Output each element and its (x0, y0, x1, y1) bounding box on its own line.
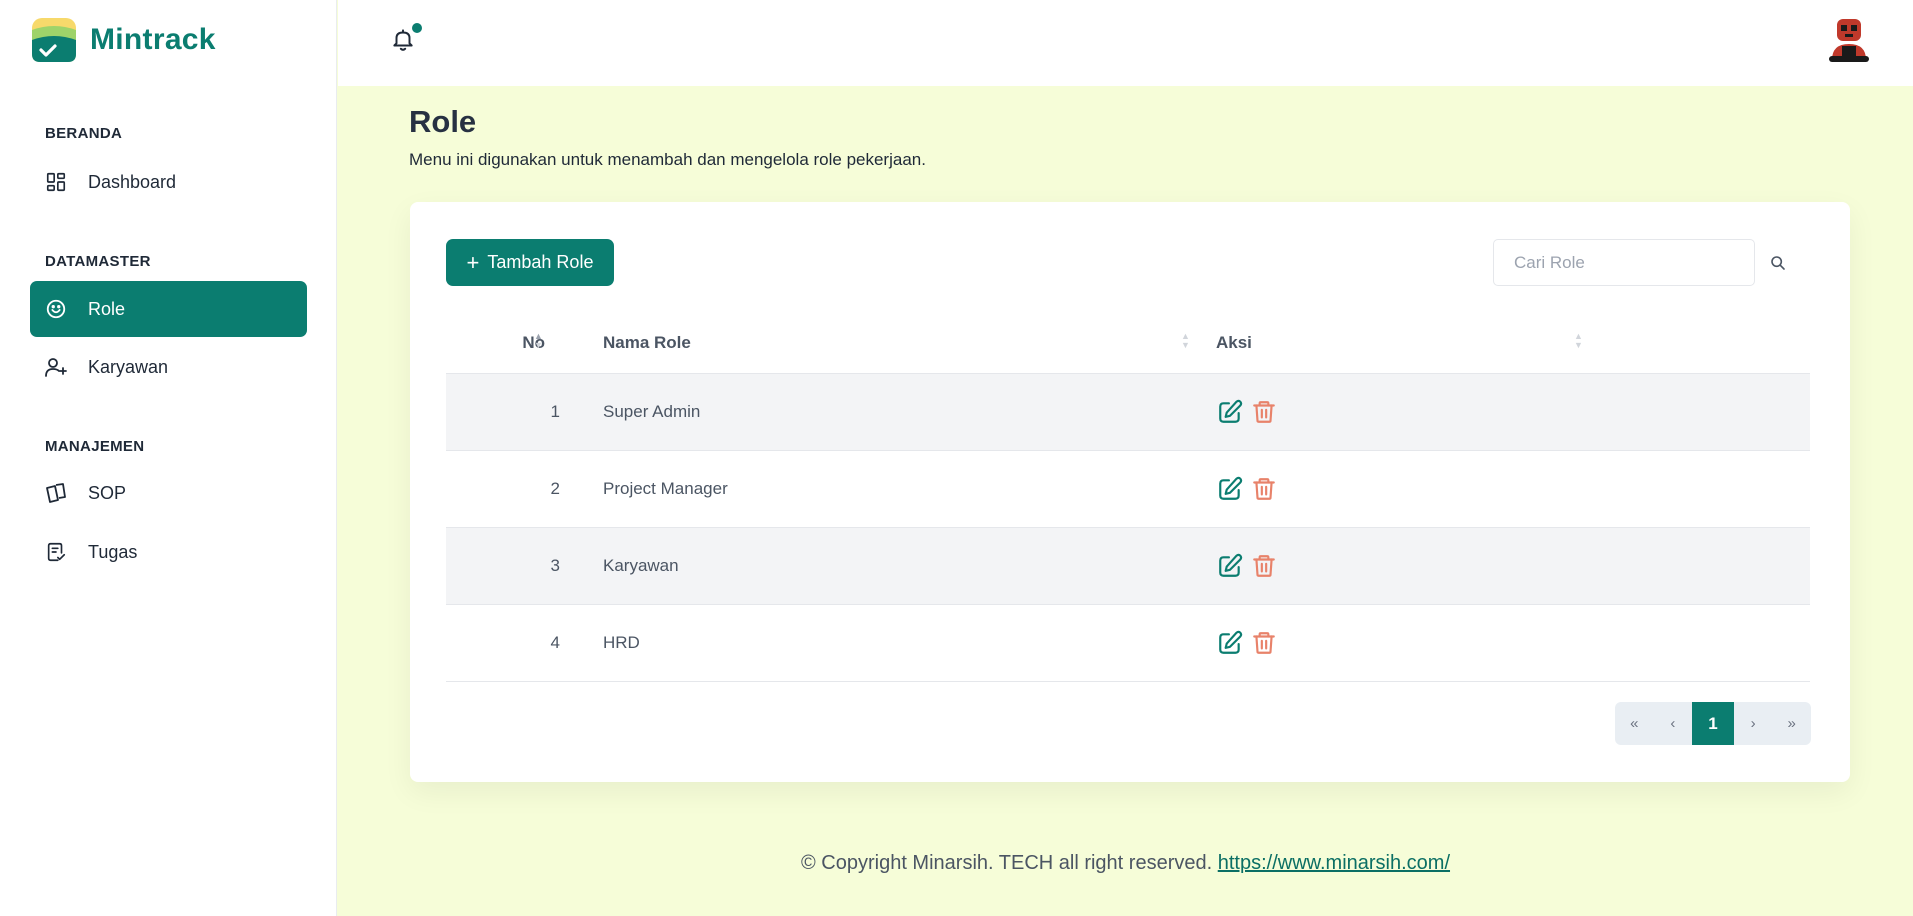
edit-button[interactable] (1216, 629, 1244, 657)
sidebar: Mintrack BERANDA Dashboard DATAMASTER Ro… (0, 0, 337, 916)
role-table: No ▲ ▼ Nama Role ▲ ▼ Aksi ▲ ▼ 1 Super Admin… (446, 312, 1810, 682)
search-button[interactable] (1765, 250, 1791, 276)
pagination-last[interactable]: » (1772, 702, 1811, 745)
pagination-page-current[interactable]: 1 (1692, 702, 1734, 745)
pagination: « ‹ 1 › » (1615, 702, 1811, 745)
edit-icon (1219, 399, 1243, 423)
role-card: + Tambah Role No ▲▼ Nama Role ▲▼ Aksi ▲▼… (410, 202, 1850, 782)
role-name: Super Admin (603, 402, 701, 421)
notification-dot (412, 23, 422, 33)
row-number: 4 (550, 633, 560, 652)
column-header-aksi[interactable]: Aksi (1216, 312, 1252, 374)
mintrack-logo-icon (32, 18, 76, 62)
page-description: Menu ini digunakan untuk menambah dan me… (409, 150, 926, 169)
sidebar-item-label: Karyawan (88, 356, 169, 377)
sidebar-item-sop[interactable]: SOP (30, 465, 307, 521)
row-actions (1216, 451, 1284, 527)
brand[interactable]: Mintrack (30, 16, 216, 64)
clipboard-check-icon (44, 540, 68, 564)
section-title-beranda: BERANDA (45, 125, 123, 142)
row-actions (1216, 605, 1284, 681)
trash-icon (1253, 401, 1275, 423)
row-number: 3 (550, 556, 560, 575)
footer: © Copyright Minarsih. TECH all right res… (338, 852, 1913, 875)
trash-icon (1253, 478, 1275, 500)
edit-icon (1219, 476, 1243, 500)
role-name: HRD (603, 633, 640, 652)
sidebar-item-tugas[interactable]: Tugas (30, 524, 307, 580)
dashboard-icon (44, 170, 68, 194)
delete-button[interactable] (1250, 629, 1278, 657)
smiley-icon (44, 297, 68, 321)
table-row: 1 Super Admin (446, 374, 1810, 451)
row-actions (1216, 374, 1284, 450)
delete-button[interactable] (1250, 475, 1278, 503)
pagination-first[interactable]: « (1615, 702, 1654, 745)
table-row: 3 Karyawan (446, 528, 1810, 605)
copyright-text: © Copyright Minarsih. TECH all right res… (800, 852, 1213, 874)
column-header-nama-role[interactable]: Nama Role (603, 312, 691, 374)
trash-icon (1253, 632, 1275, 654)
sidebar-item-dashboard[interactable]: Dashboard (30, 154, 307, 210)
sidebar-item-label: SOP (88, 482, 127, 503)
pagination-prev[interactable]: ‹ (1654, 702, 1693, 745)
footer-link[interactable]: https://www.minarsih.com/ (1218, 852, 1450, 874)
sidebar-item-label: Role (88, 298, 126, 319)
table-header: No ▲ ▼ Nama Role ▲ ▼ Aksi ▲ ▼ (446, 312, 1810, 374)
trash-icon (1253, 555, 1275, 577)
role-name: Karyawan (603, 556, 679, 575)
add-role-button[interactable]: + Tambah Role (446, 239, 614, 286)
cards-icon (44, 481, 68, 505)
section-title-datamaster: DATAMASTER (45, 253, 151, 270)
user-plus-icon (44, 355, 68, 379)
sidebar-item-label: Tugas (88, 541, 138, 562)
brand-name: Mintrack (90, 23, 216, 56)
row-number: 1 (550, 402, 560, 421)
sort-aksi-icon[interactable]: ▲ ▼ (1574, 332, 1583, 350)
row-number: 2 (550, 479, 560, 498)
edit-button[interactable] (1216, 552, 1244, 580)
page-title: Role (409, 104, 477, 139)
row-actions (1216, 528, 1284, 604)
edit-icon (1219, 553, 1243, 577)
avatar[interactable] (1826, 16, 1872, 64)
sort-no-icon[interactable]: ▲ ▼ (534, 332, 543, 350)
plus-icon: + (466, 249, 480, 275)
role-name: Project Manager (603, 479, 728, 498)
pagination-next[interactable]: › (1734, 702, 1773, 745)
delete-button[interactable] (1250, 398, 1278, 426)
delete-button[interactable] (1250, 552, 1278, 580)
sort-nama-role-icon[interactable]: ▲ ▼ (1181, 332, 1190, 350)
table-row: 4 HRD (446, 605, 1810, 682)
edit-button[interactable] (1216, 475, 1244, 503)
search-input[interactable] (1493, 239, 1755, 286)
edit-button[interactable] (1216, 398, 1244, 426)
add-role-label: Tambah Role (487, 252, 594, 272)
section-title-manajemen: MANAJEMEN (45, 438, 145, 455)
sidebar-item-label: Dashboard (88, 171, 177, 192)
edit-icon (1219, 630, 1243, 654)
sidebar-item-karyawan[interactable]: Karyawan (30, 339, 307, 395)
search-icon (1771, 256, 1785, 270)
sidebar-item-role[interactable]: Role (30, 281, 307, 337)
top-header (338, 0, 1913, 86)
table-row: 2 Project Manager (446, 451, 1810, 528)
